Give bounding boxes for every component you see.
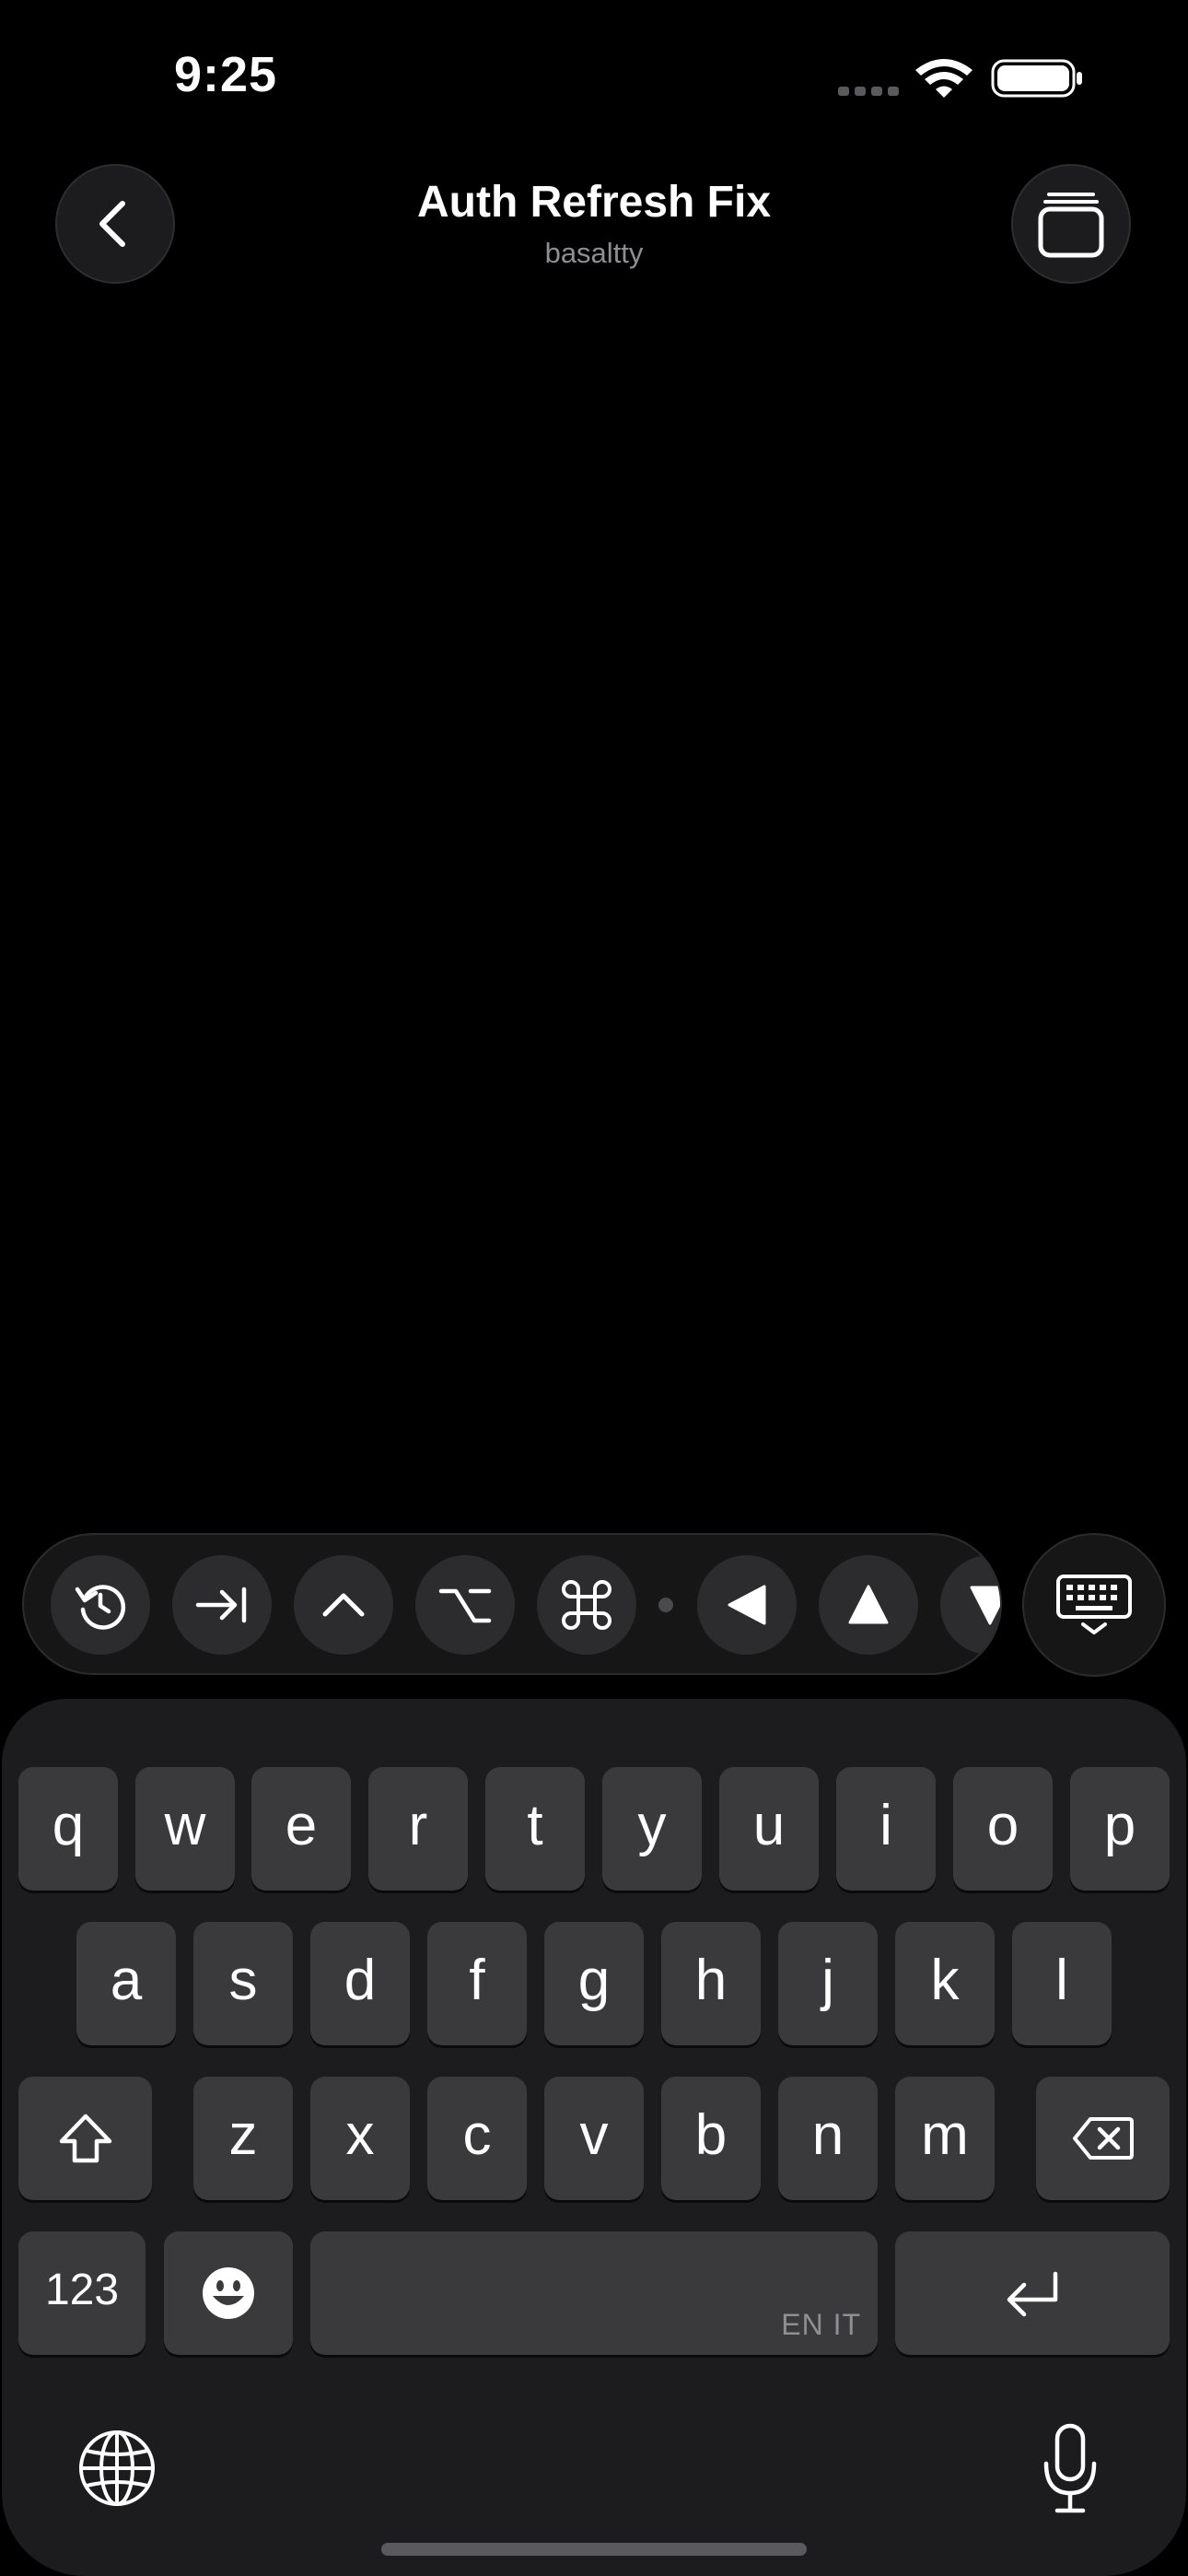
wifi-icon bbox=[915, 59, 973, 98]
key-i[interactable]: i bbox=[836, 1767, 936, 1891]
key-s[interactable]: s bbox=[193, 1922, 293, 2045]
globe-button[interactable] bbox=[76, 2427, 158, 2510]
status-time: 9:25 bbox=[173, 47, 278, 102]
home-indicator bbox=[381, 2543, 807, 2556]
control-key-button[interactable] bbox=[294, 1555, 393, 1655]
key-a[interactable]: a bbox=[76, 1922, 176, 2045]
stacked-windows-icon bbox=[1038, 193, 1104, 258]
key-o[interactable]: o bbox=[953, 1767, 1053, 1891]
key-b[interactable]: b bbox=[661, 2077, 761, 2200]
delete-icon bbox=[1072, 2117, 1134, 2160]
shift-key[interactable] bbox=[18, 2077, 152, 2200]
key-j[interactable]: j bbox=[778, 1922, 878, 2045]
key-k[interactable]: k bbox=[895, 1922, 995, 2045]
numbers-key[interactable]: 123 bbox=[18, 2231, 146, 2355]
key-z[interactable]: z bbox=[193, 2077, 293, 2200]
page-title: Auth Refresh Fix bbox=[416, 178, 772, 227]
cellular-signal-icon bbox=[838, 87, 899, 96]
battery-icon bbox=[991, 59, 1082, 98]
arrow-up-icon bbox=[848, 1585, 889, 1624]
key-m[interactable]: m bbox=[895, 2077, 995, 2200]
key-e[interactable]: e bbox=[251, 1767, 351, 1891]
command-key-icon bbox=[562, 1580, 611, 1630]
key-q[interactable]: q bbox=[18, 1767, 118, 1891]
toolbar-separator-dot bbox=[658, 1598, 673, 1612]
key-p[interactable]: p bbox=[1070, 1767, 1170, 1891]
page-subtitle: basaltty bbox=[544, 237, 644, 269]
key-t[interactable]: t bbox=[485, 1767, 585, 1891]
key-u[interactable]: u bbox=[719, 1767, 819, 1891]
dictation-button[interactable] bbox=[1033, 2421, 1107, 2517]
delete-key[interactable] bbox=[1036, 2077, 1170, 2200]
shift-icon bbox=[59, 2113, 111, 2163]
tab-key-icon bbox=[195, 1587, 247, 1623]
microphone-icon bbox=[1043, 2423, 1097, 2513]
keyboard-dismiss-icon bbox=[1056, 1575, 1132, 1634]
arrow-up-button[interactable] bbox=[819, 1555, 918, 1655]
key-r[interactable]: r bbox=[368, 1767, 468, 1891]
key-w[interactable]: w bbox=[135, 1767, 235, 1891]
tabs-button[interactable] bbox=[1011, 164, 1131, 284]
emoji-key[interactable] bbox=[164, 2231, 293, 2355]
emoji-icon bbox=[203, 2267, 254, 2319]
key-f[interactable]: f bbox=[427, 1922, 527, 2045]
key-h[interactable]: h bbox=[661, 1922, 761, 2045]
history-button[interactable] bbox=[51, 1555, 150, 1655]
space-language-label: EN IT bbox=[781, 2308, 861, 2341]
option-key-button[interactable] bbox=[415, 1555, 515, 1655]
keyboard-dismiss-button[interactable] bbox=[1022, 1533, 1166, 1677]
key-c[interactable]: c bbox=[427, 2077, 527, 2200]
option-key-icon bbox=[438, 1588, 492, 1623]
space-key[interactable]: EN IT bbox=[310, 2231, 878, 2355]
history-icon bbox=[75, 1585, 126, 1630]
return-icon bbox=[1007, 2271, 1058, 2317]
command-key-button[interactable] bbox=[537, 1555, 636, 1655]
arrow-left-button[interactable] bbox=[697, 1555, 797, 1655]
key-toolbar bbox=[22, 1533, 1002, 1675]
key-v[interactable]: v bbox=[544, 2077, 644, 2200]
terminal-view[interactable] bbox=[0, 304, 1188, 1502]
arrow-down-button[interactable] bbox=[940, 1555, 1000, 1655]
globe-icon bbox=[79, 2430, 155, 2506]
tab-key-button[interactable] bbox=[172, 1555, 272, 1655]
control-key-icon bbox=[322, 1593, 365, 1617]
key-l[interactable]: l bbox=[1012, 1922, 1112, 2045]
arrow-down-icon bbox=[970, 1586, 1000, 1625]
status-icons bbox=[838, 59, 1082, 98]
arrow-left-icon bbox=[728, 1585, 766, 1625]
key-d[interactable]: d bbox=[310, 1922, 410, 2045]
return-key[interactable] bbox=[895, 2231, 1170, 2355]
key-n[interactable]: n bbox=[778, 2077, 878, 2200]
key-x[interactable]: x bbox=[310, 2077, 410, 2200]
key-g[interactable]: g bbox=[544, 1922, 644, 2045]
key-y[interactable]: y bbox=[602, 1767, 702, 1891]
